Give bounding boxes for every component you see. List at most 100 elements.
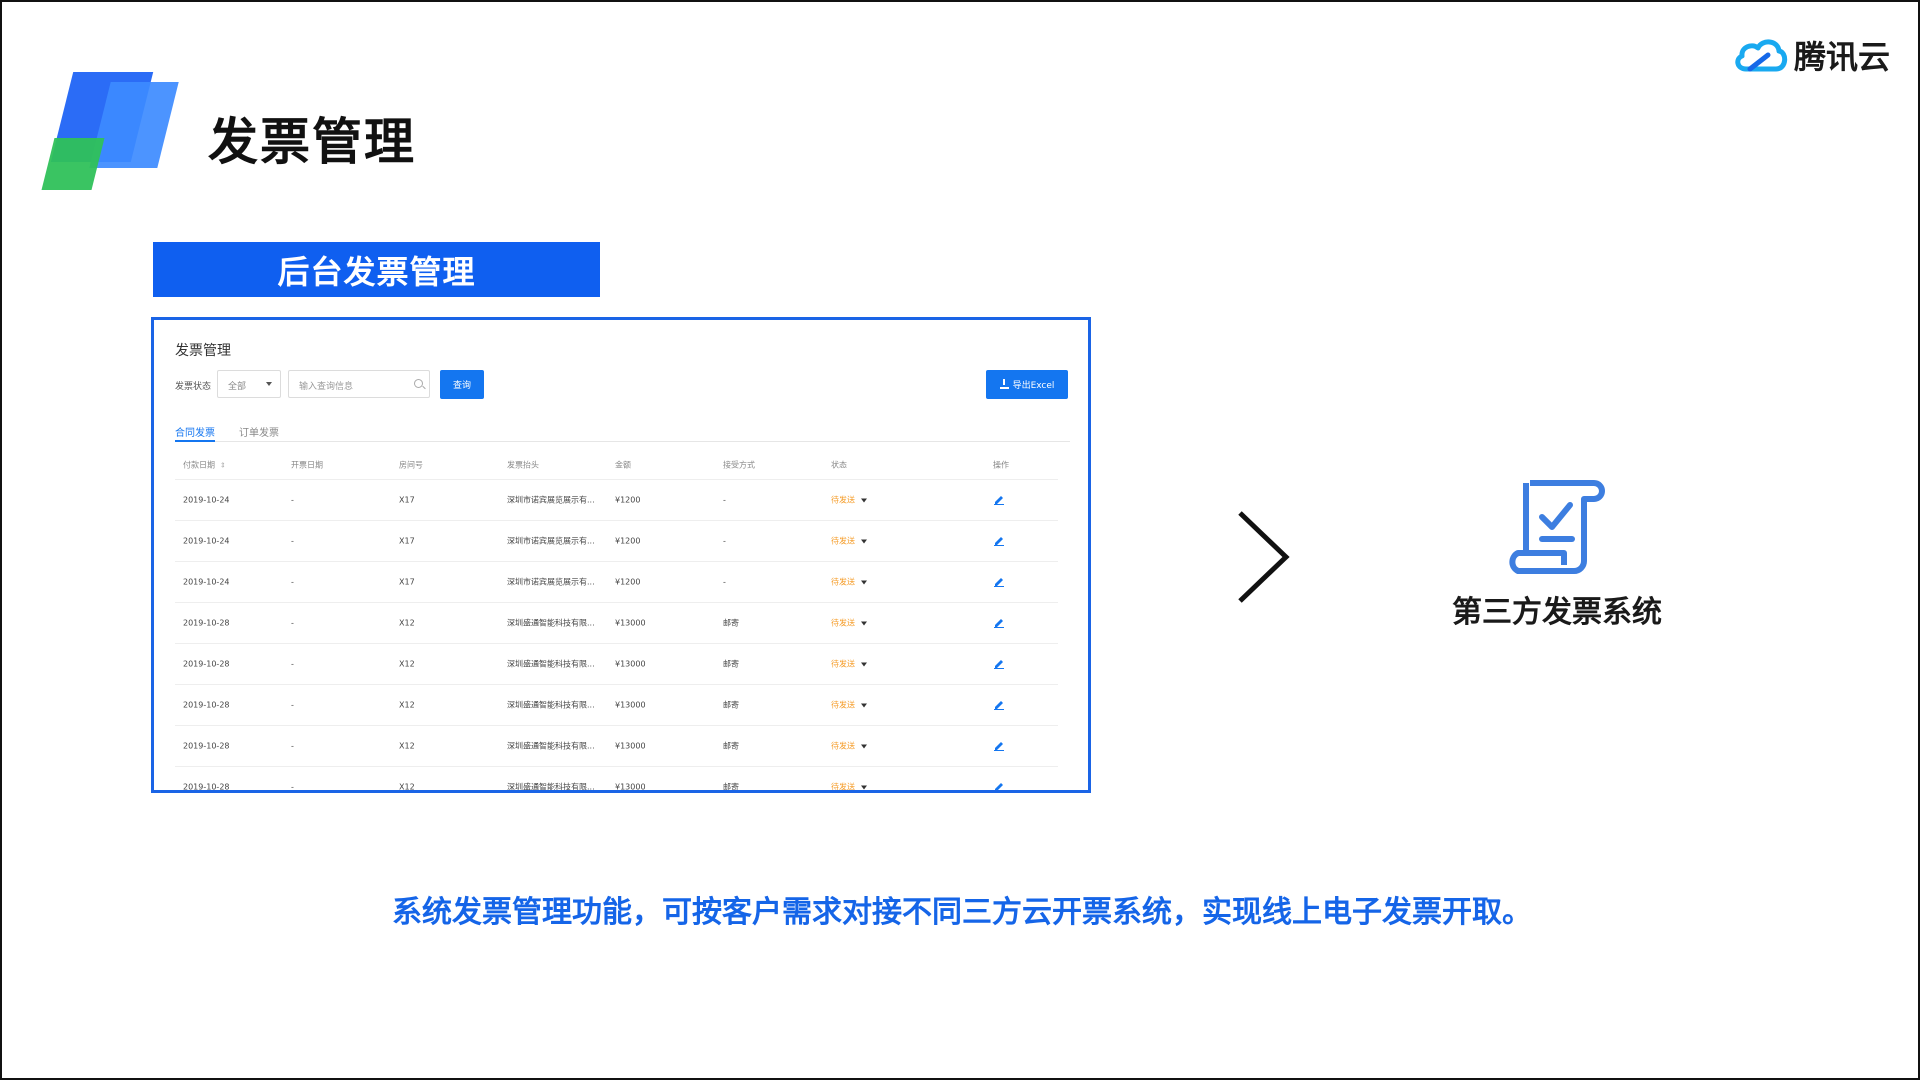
pay-date-cell: 2019-10-24 <box>183 577 230 587</box>
brand-name: 腾讯云 <box>1794 38 1891 76</box>
amount-cell: ¥13000 <box>615 782 646 792</box>
pay-date-cell: 2019-10-28 <box>183 741 230 751</box>
slide: 发票管理 腾讯云 后台发票管理 发票管理 发票状态 全部 输入查询信息 查询 导… <box>0 0 1920 1080</box>
status-dropdown[interactable]: 待发送 <box>831 495 867 506</box>
status-dropdown[interactable]: 待发送 <box>831 577 867 588</box>
download-icon <box>999 379 1009 389</box>
status-text: 待发送 <box>831 782 855 792</box>
room-cell: X12 <box>399 782 415 792</box>
invoice-date-cell: - <box>291 536 294 546</box>
chevron-down-icon <box>861 744 867 748</box>
amount-cell: ¥13000 <box>615 700 646 710</box>
brand-shape-logo <box>40 70 180 195</box>
chevron-down-icon <box>861 662 867 666</box>
table-row: 2019-10-28 - X12 深圳盛通智能科技有限... ¥13000 邮寄 待发送 <box>175 603 1058 644</box>
chevron-right-icon <box>1238 511 1290 603</box>
invoice-date-cell: - <box>291 700 294 710</box>
export-excel-button[interactable]: 导出Excel <box>986 370 1068 399</box>
edit-icon[interactable] <box>993 534 1005 548</box>
room-cell: X12 <box>399 618 415 628</box>
table-row: 2019-10-24 - X17 深圳市诺宾展览展示有... ¥1200 - 待发送 <box>175 521 1058 562</box>
sort-icon[interactable]: ⇕ <box>220 461 226 469</box>
active-tab-indicator <box>175 440 215 442</box>
table-row: 2019-10-24 - X17 深圳市诺宾展览展示有... ¥1200 - 待发送 <box>175 562 1058 603</box>
amount-cell: ¥1200 <box>615 495 641 505</box>
edit-icon[interactable] <box>993 657 1005 671</box>
search-input[interactable]: 输入查询信息 <box>288 370 430 398</box>
room-cell: X12 <box>399 700 415 710</box>
status-select-value: 全部 <box>228 382 247 392</box>
chevron-down-icon <box>861 703 867 707</box>
invoice-date-cell: - <box>291 741 294 751</box>
invoice-date-cell: - <box>291 577 294 587</box>
status-text: 待发送 <box>831 618 855 628</box>
panel-title: 发票管理 <box>175 343 231 359</box>
receive-method-cell: 邮寄 <box>723 659 739 669</box>
invoice-header-cell: 深圳市诺宾展览展示有... <box>507 495 595 505</box>
table-row: 2019-10-28 - X12 深圳盛通智能科技有限... ¥13000 邮寄 待发送 <box>175 685 1058 726</box>
pay-date-cell: 2019-10-28 <box>183 782 230 792</box>
room-cell: X17 <box>399 536 415 546</box>
edit-icon[interactable] <box>993 698 1005 712</box>
column-header: 接受方式 <box>723 460 755 469</box>
column-header: 状态 <box>831 460 847 469</box>
status-select[interactable]: 全部 <box>217 370 281 398</box>
invoice-header-cell: 深圳市诺宾展览展示有... <box>507 577 595 587</box>
search-placeholder: 输入查询信息 <box>299 382 354 392</box>
invoice-header-cell: 深圳盛通智能科技有限... <box>507 782 595 792</box>
table-row: 2019-10-24 - X17 深圳市诺宾展览展示有... ¥1200 - 待发送 <box>175 480 1058 521</box>
pay-date-cell: 2019-10-24 <box>183 536 230 546</box>
invoice-date-cell: - <box>291 659 294 669</box>
edit-icon[interactable] <box>993 616 1005 630</box>
receive-method-cell: 邮寄 <box>723 782 739 792</box>
invoice-header-cell: 深圳盛通智能科技有限... <box>507 659 595 669</box>
invoice-header-cell: 深圳盛通智能科技有限... <box>507 700 595 710</box>
status-dropdown[interactable]: 待发送 <box>831 618 867 629</box>
status-dropdown[interactable]: 待发送 <box>831 700 867 711</box>
chevron-down-icon <box>861 498 867 502</box>
room-cell: X12 <box>399 741 415 751</box>
status-dropdown[interactable]: 待发送 <box>831 536 867 547</box>
edit-icon[interactable] <box>993 739 1005 753</box>
chevron-down-icon <box>861 621 867 625</box>
invoice-table: 付款日期 ⇕ 开票日期 房间号 发票抬头 金额 接受方式 状态 操作 2019-1… <box>175 450 1058 792</box>
invoice-date-cell: - <box>291 618 294 628</box>
receive-method-cell: 邮寄 <box>723 741 739 751</box>
table-row: 2019-10-28 - X12 深圳盛通智能科技有限... ¥13000 邮寄 待发送 <box>175 726 1058 767</box>
chevron-down-icon <box>266 382 272 386</box>
edit-icon[interactable] <box>993 493 1005 507</box>
amount-cell: ¥13000 <box>615 618 646 628</box>
pay-date-cell: 2019-10-24 <box>183 495 230 505</box>
column-header[interactable]: 付款日期 ⇕ <box>183 459 226 470</box>
status-dropdown[interactable]: 待发送 <box>831 659 867 670</box>
status-text: 待发送 <box>831 577 855 587</box>
table-row: 2019-10-28 - X12 深圳盛通智能科技有限... ¥13000 邮寄 待发送 <box>175 767 1058 792</box>
table-row: 2019-10-28 - X12 深圳盛通智能科技有限... ¥13000 邮寄 待发送 <box>175 644 1058 685</box>
room-cell: X17 <box>399 495 415 505</box>
edit-icon[interactable] <box>993 575 1005 589</box>
search-icon <box>414 379 423 388</box>
status-text: 待发送 <box>831 536 855 546</box>
amount-cell: ¥1200 <box>615 577 641 587</box>
invoice-date-cell: - <box>291 782 294 792</box>
page-title: 发票管理 <box>208 113 416 171</box>
amount-cell: ¥13000 <box>615 741 646 751</box>
cloud-icon <box>1735 39 1788 72</box>
column-header: 操作 <box>993 460 1009 469</box>
amount-cell: ¥13000 <box>615 659 646 669</box>
column-header: 发票抬头 <box>507 460 539 469</box>
query-button[interactable]: 查询 <box>440 370 484 399</box>
tab-contract-invoice[interactable]: 合同发票 <box>175 424 215 439</box>
edit-icon[interactable] <box>993 780 1005 790</box>
invoice-scroll-check-icon <box>1509 480 1605 574</box>
status-dropdown[interactable]: 待发送 <box>831 741 867 752</box>
chevron-down-icon <box>861 785 867 789</box>
receive-method-cell: - <box>723 577 726 587</box>
invoice-header-cell: 深圳市诺宾展览展示有... <box>507 536 595 546</box>
tab-order-invoice[interactable]: 订单发票 <box>239 424 279 439</box>
receive-method-cell: - <box>723 536 726 546</box>
caption: 系统发票管理功能，可按客户需求对接不同三方云开票系统，实现线上电子发票开取。 <box>392 895 1532 930</box>
chevron-down-icon <box>861 580 867 584</box>
status-dropdown[interactable]: 待发送 <box>831 782 867 792</box>
receive-method-cell: - <box>723 495 726 505</box>
